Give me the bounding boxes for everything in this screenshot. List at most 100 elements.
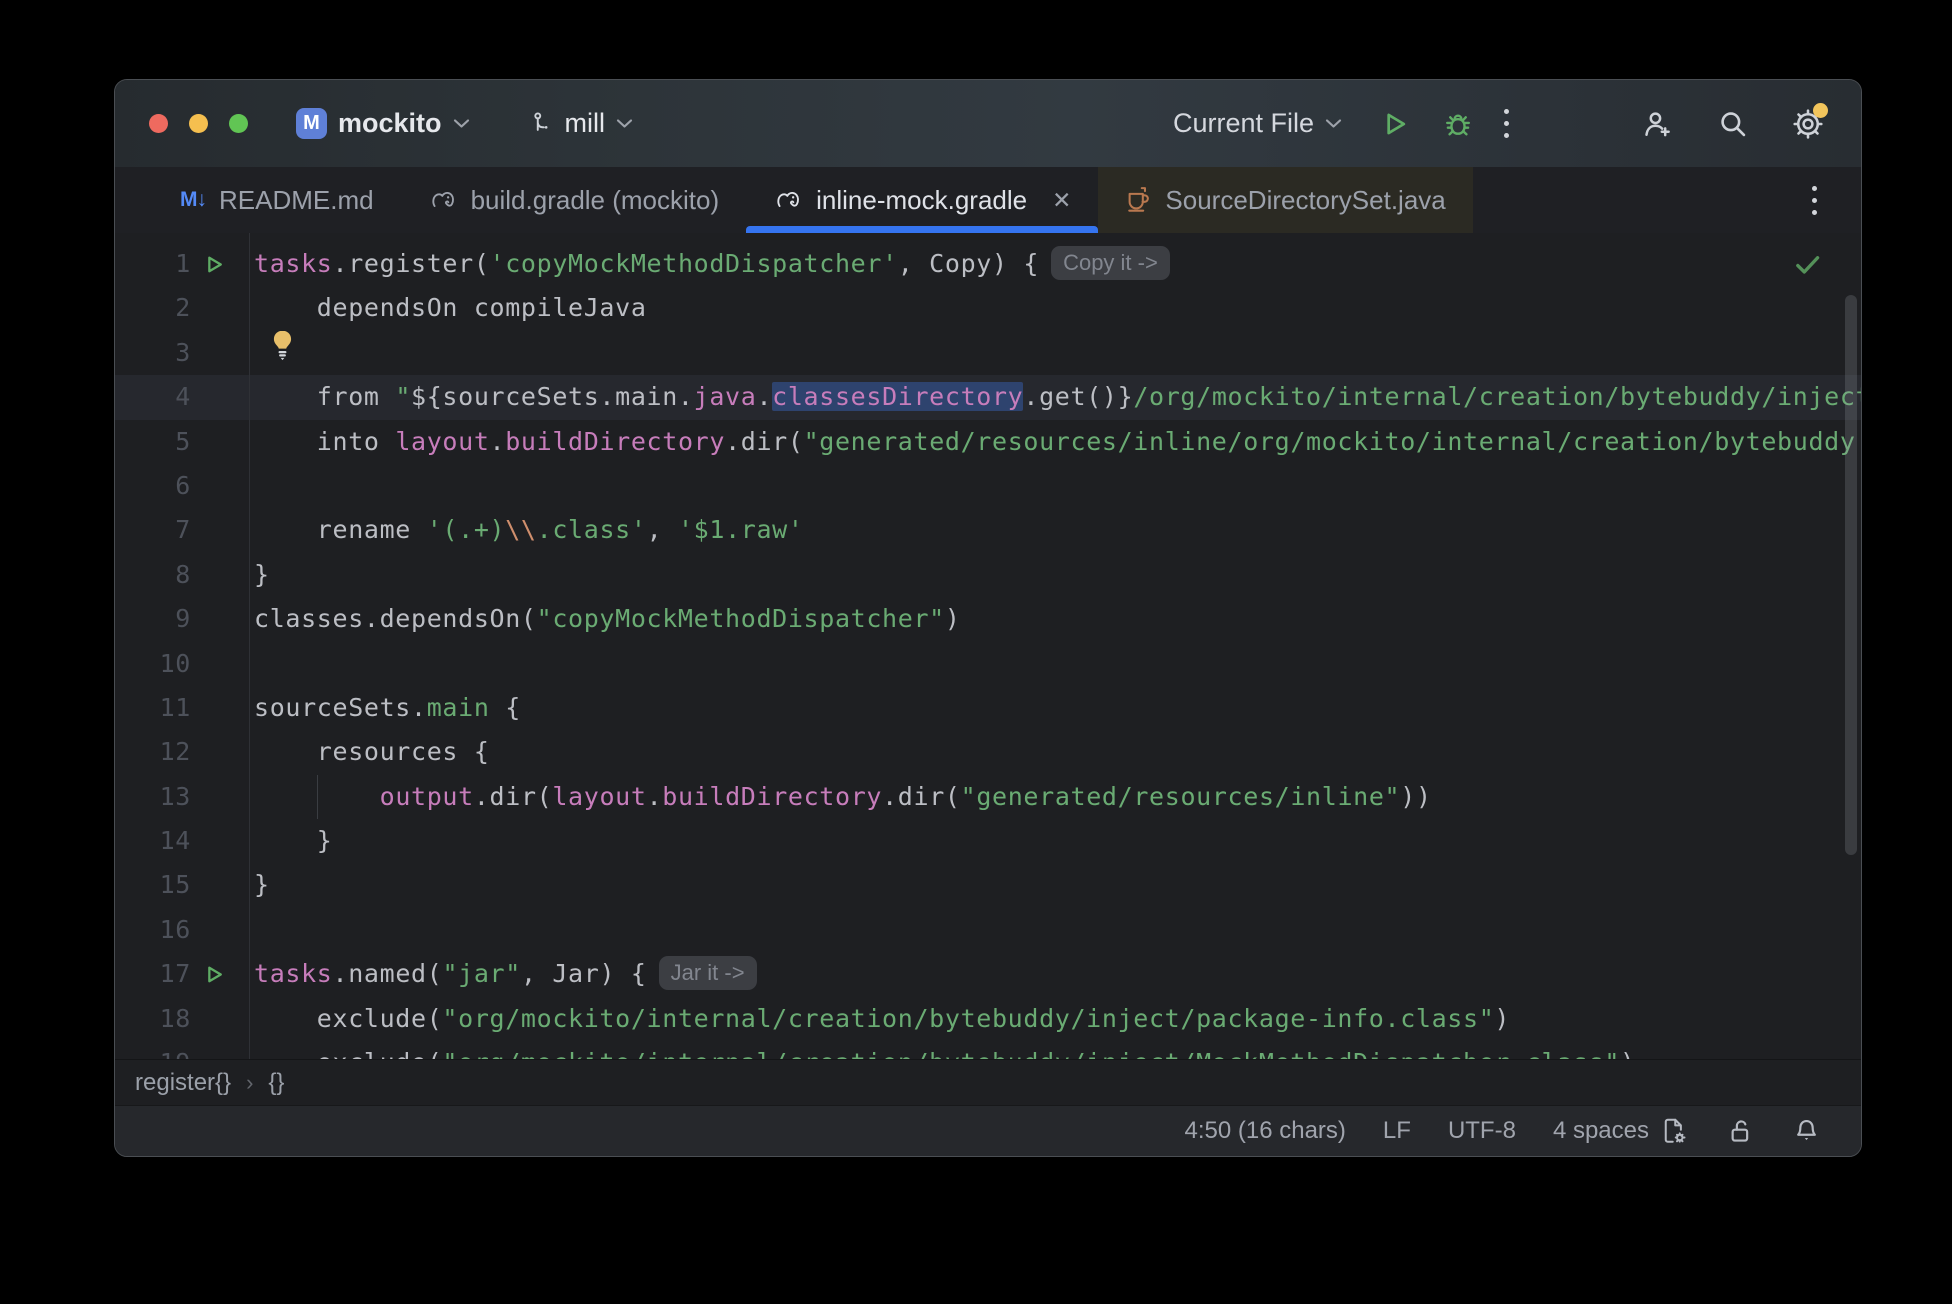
code-line-7[interactable]: 7 rename '(.+)\\.class', '$1.raw' bbox=[115, 508, 1861, 552]
code-text[interactable]: exclude("org/mockito/internal/creation/b… bbox=[235, 1041, 1861, 1059]
intention-bulb-icon[interactable] bbox=[270, 330, 295, 375]
code-line-10[interactable]: 10 bbox=[115, 642, 1861, 686]
breadcrumb-item[interactable]: {} bbox=[268, 1069, 284, 1097]
run-configuration-selector[interactable]: Current File bbox=[1173, 108, 1342, 139]
unlock-icon[interactable] bbox=[1726, 1117, 1755, 1146]
run-line-button[interactable] bbox=[191, 242, 235, 286]
gutter-slot bbox=[191, 464, 235, 508]
breadcrumb-item[interactable]: register{} bbox=[135, 1069, 231, 1097]
branch-icon bbox=[528, 110, 554, 138]
line-number: 18 bbox=[159, 1003, 191, 1033]
code-text[interactable] bbox=[235, 642, 1861, 686]
editor-lines: 1 tasks.register('copyMockMethodDispatche… bbox=[115, 242, 1861, 1059]
chevron-down-icon bbox=[616, 118, 633, 129]
code-text[interactable]: } bbox=[235, 553, 1861, 597]
notifications-bell-icon[interactable] bbox=[1792, 1116, 1821, 1146]
code-line-3[interactable]: 3 bbox=[115, 330, 1861, 375]
code-with-me-icon[interactable] bbox=[1641, 107, 1674, 140]
project-widget[interactable]: M mockito bbox=[296, 108, 470, 139]
highlighted-identifier: classesDirectory bbox=[772, 382, 1024, 412]
settings-button[interactable] bbox=[1791, 102, 1828, 141]
line-number: 14 bbox=[159, 826, 191, 856]
tab-label: inline-mock.gradle bbox=[816, 184, 1028, 215]
code-line-5[interactable]: 5 into layout.buildDirectory.dir("genera… bbox=[115, 420, 1861, 464]
project-name: mockito bbox=[338, 108, 442, 138]
code-text[interactable] bbox=[235, 330, 1861, 375]
code-line-4[interactable]: 4 from "${sourceSets.main.java.classesDi… bbox=[115, 375, 1861, 420]
code-line-6[interactable]: 6 bbox=[115, 464, 1861, 508]
vcs-widget[interactable]: mill bbox=[528, 108, 634, 139]
inlay-hint[interactable]: Jar it -> bbox=[658, 956, 757, 991]
active-tab-indicator bbox=[746, 226, 1099, 233]
vcs-branch-name: mill bbox=[564, 108, 606, 138]
code-line-16[interactable]: 16 bbox=[115, 908, 1861, 952]
code-line-19[interactable]: 19 exclude("org/mockito/internal/creatio… bbox=[115, 1041, 1861, 1059]
code-text[interactable]: dependsOn compileJava bbox=[235, 286, 1861, 330]
code-text[interactable]: } bbox=[235, 819, 1861, 863]
gutter-slot bbox=[191, 1041, 235, 1059]
line-separator[interactable]: LF bbox=[1383, 1117, 1411, 1145]
inlay-hint[interactable]: Copy it -> bbox=[1051, 246, 1170, 280]
code-text[interactable]: tasks.register('copyMockMethodDispatcher… bbox=[235, 242, 1861, 286]
line-number: 15 bbox=[159, 870, 191, 900]
code-text[interactable]: classes.dependsOn("copyMockMethodDispatc… bbox=[235, 597, 1861, 641]
code-text[interactable]: exclude("org/mockito/internal/creation/b… bbox=[235, 997, 1861, 1041]
tab-options-button[interactable] bbox=[1808, 182, 1821, 219]
code-text[interactable] bbox=[235, 908, 1861, 952]
chevron-down-icon bbox=[1325, 118, 1342, 129]
gutter-separator bbox=[249, 233, 250, 1059]
editor[interactable]: 1 tasks.register('copyMockMethodDispatche… bbox=[115, 233, 1861, 1059]
code-text[interactable] bbox=[235, 464, 1861, 508]
debug-button[interactable] bbox=[1442, 108, 1474, 140]
code-line-2[interactable]: 2 dependsOn compileJava bbox=[115, 286, 1861, 330]
close-tab-icon[interactable]: ✕ bbox=[1052, 187, 1071, 214]
file-encoding[interactable]: UTF-8 bbox=[1448, 1117, 1516, 1145]
code-text[interactable]: resources { bbox=[235, 730, 1861, 774]
caret-position[interactable]: 4:50 (16 chars) bbox=[1185, 1117, 1346, 1145]
code-line-9[interactable]: 9 classes.dependsOn("copyMockMethodDispat… bbox=[115, 597, 1861, 641]
close-window-button[interactable] bbox=[149, 114, 168, 133]
tab-readme.md[interactable]: M↓ README.md bbox=[153, 167, 401, 233]
code-text[interactable]: rename '(.+)\\.class', '$1.raw' bbox=[235, 508, 1861, 552]
run-line-button[interactable] bbox=[191, 952, 235, 996]
code-line-18[interactable]: 18 exclude("org/mockito/internal/creatio… bbox=[115, 997, 1861, 1041]
gutter-slot bbox=[191, 686, 235, 730]
code-line-15[interactable]: 15} bbox=[115, 863, 1861, 907]
code-line-13[interactable]: 13 output.dir(layout.buildDirectory.dir(… bbox=[115, 774, 1861, 820]
more-actions-button[interactable] bbox=[1500, 105, 1513, 142]
code-line-17[interactable]: 17 tasks.named("jar", Jar) {Jar it -> bbox=[115, 952, 1861, 996]
inspections-ok-icon[interactable] bbox=[1792, 249, 1823, 285]
tab-sourcedirectoryset.java[interactable]: SourceDirectorySet.java bbox=[1098, 167, 1473, 233]
code-line-12[interactable]: 12 resources { bbox=[115, 730, 1861, 774]
gutter-slot bbox=[191, 642, 235, 686]
maximize-window-button[interactable] bbox=[229, 114, 248, 133]
code-text[interactable]: } bbox=[235, 863, 1861, 907]
line-number: 17 bbox=[159, 959, 191, 989]
code-text[interactable]: into layout.buildDirectory.dir("generate… bbox=[235, 420, 1861, 464]
minimize-window-button[interactable] bbox=[189, 114, 208, 133]
line-number: 4 bbox=[175, 382, 191, 412]
title-bar: M mockito mill Current File bbox=[115, 80, 1861, 167]
java-icon bbox=[1125, 185, 1152, 215]
code-text[interactable]: from "${sourceSets.main.java.classesDire… bbox=[235, 375, 1861, 419]
line-number: 16 bbox=[159, 914, 191, 944]
indent-widget[interactable]: 4 spaces bbox=[1553, 1116, 1689, 1146]
search-icon[interactable] bbox=[1716, 107, 1749, 140]
line-number: 8 bbox=[175, 559, 191, 589]
code-line-8[interactable]: 8} bbox=[115, 553, 1861, 597]
code-text[interactable]: sourceSets.main { bbox=[235, 686, 1861, 730]
tab-label: README.md bbox=[219, 184, 374, 215]
code-line-1[interactable]: 1 tasks.register('copyMockMethodDispatche… bbox=[115, 242, 1861, 286]
gradle-icon bbox=[428, 186, 458, 214]
line-number: 1 bbox=[175, 249, 191, 278]
gradle-icon bbox=[773, 186, 803, 214]
run-button[interactable] bbox=[1378, 108, 1410, 140]
code-text[interactable]: output.dir(layout.buildDirectory.dir("ge… bbox=[235, 774, 1861, 820]
tab-build.gradle-mockito-[interactable]: build.gradle (mockito) bbox=[401, 167, 747, 233]
markdown-icon: M↓ bbox=[180, 188, 207, 211]
code-line-14[interactable]: 14 } bbox=[115, 819, 1861, 863]
tab-inline-mock.gradle[interactable]: inline-mock.gradle ✕ bbox=[746, 167, 1099, 233]
code-text[interactable]: tasks.named("jar", Jar) {Jar it -> bbox=[235, 952, 1861, 996]
code-line-11[interactable]: 11 sourceSets.main { bbox=[115, 686, 1861, 730]
vertical-scrollbar[interactable] bbox=[1845, 295, 1857, 855]
